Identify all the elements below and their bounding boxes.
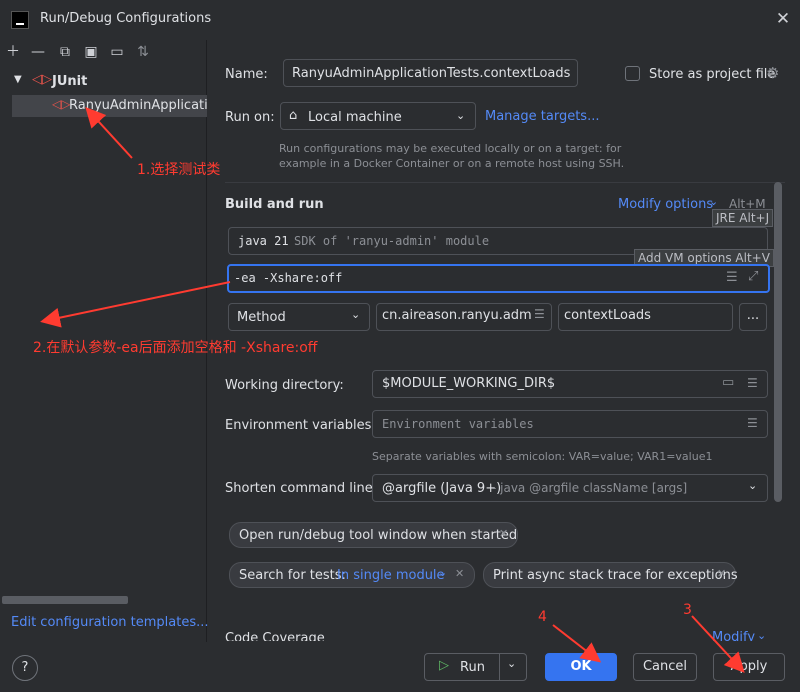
arrow-2 (40, 281, 231, 328)
annotation-step-1: 1.选择测试类 (137, 162, 221, 178)
annotation-step-3: 3 (683, 602, 692, 618)
annotation-step-2: 2.在默认参数-ea后面添加空格和 -Xshare:off (33, 340, 318, 356)
arrow-3 (691, 615, 745, 673)
arrow-1 (85, 107, 133, 159)
annotation-step-4: 4 (538, 609, 547, 625)
arrow-4 (552, 624, 602, 663)
